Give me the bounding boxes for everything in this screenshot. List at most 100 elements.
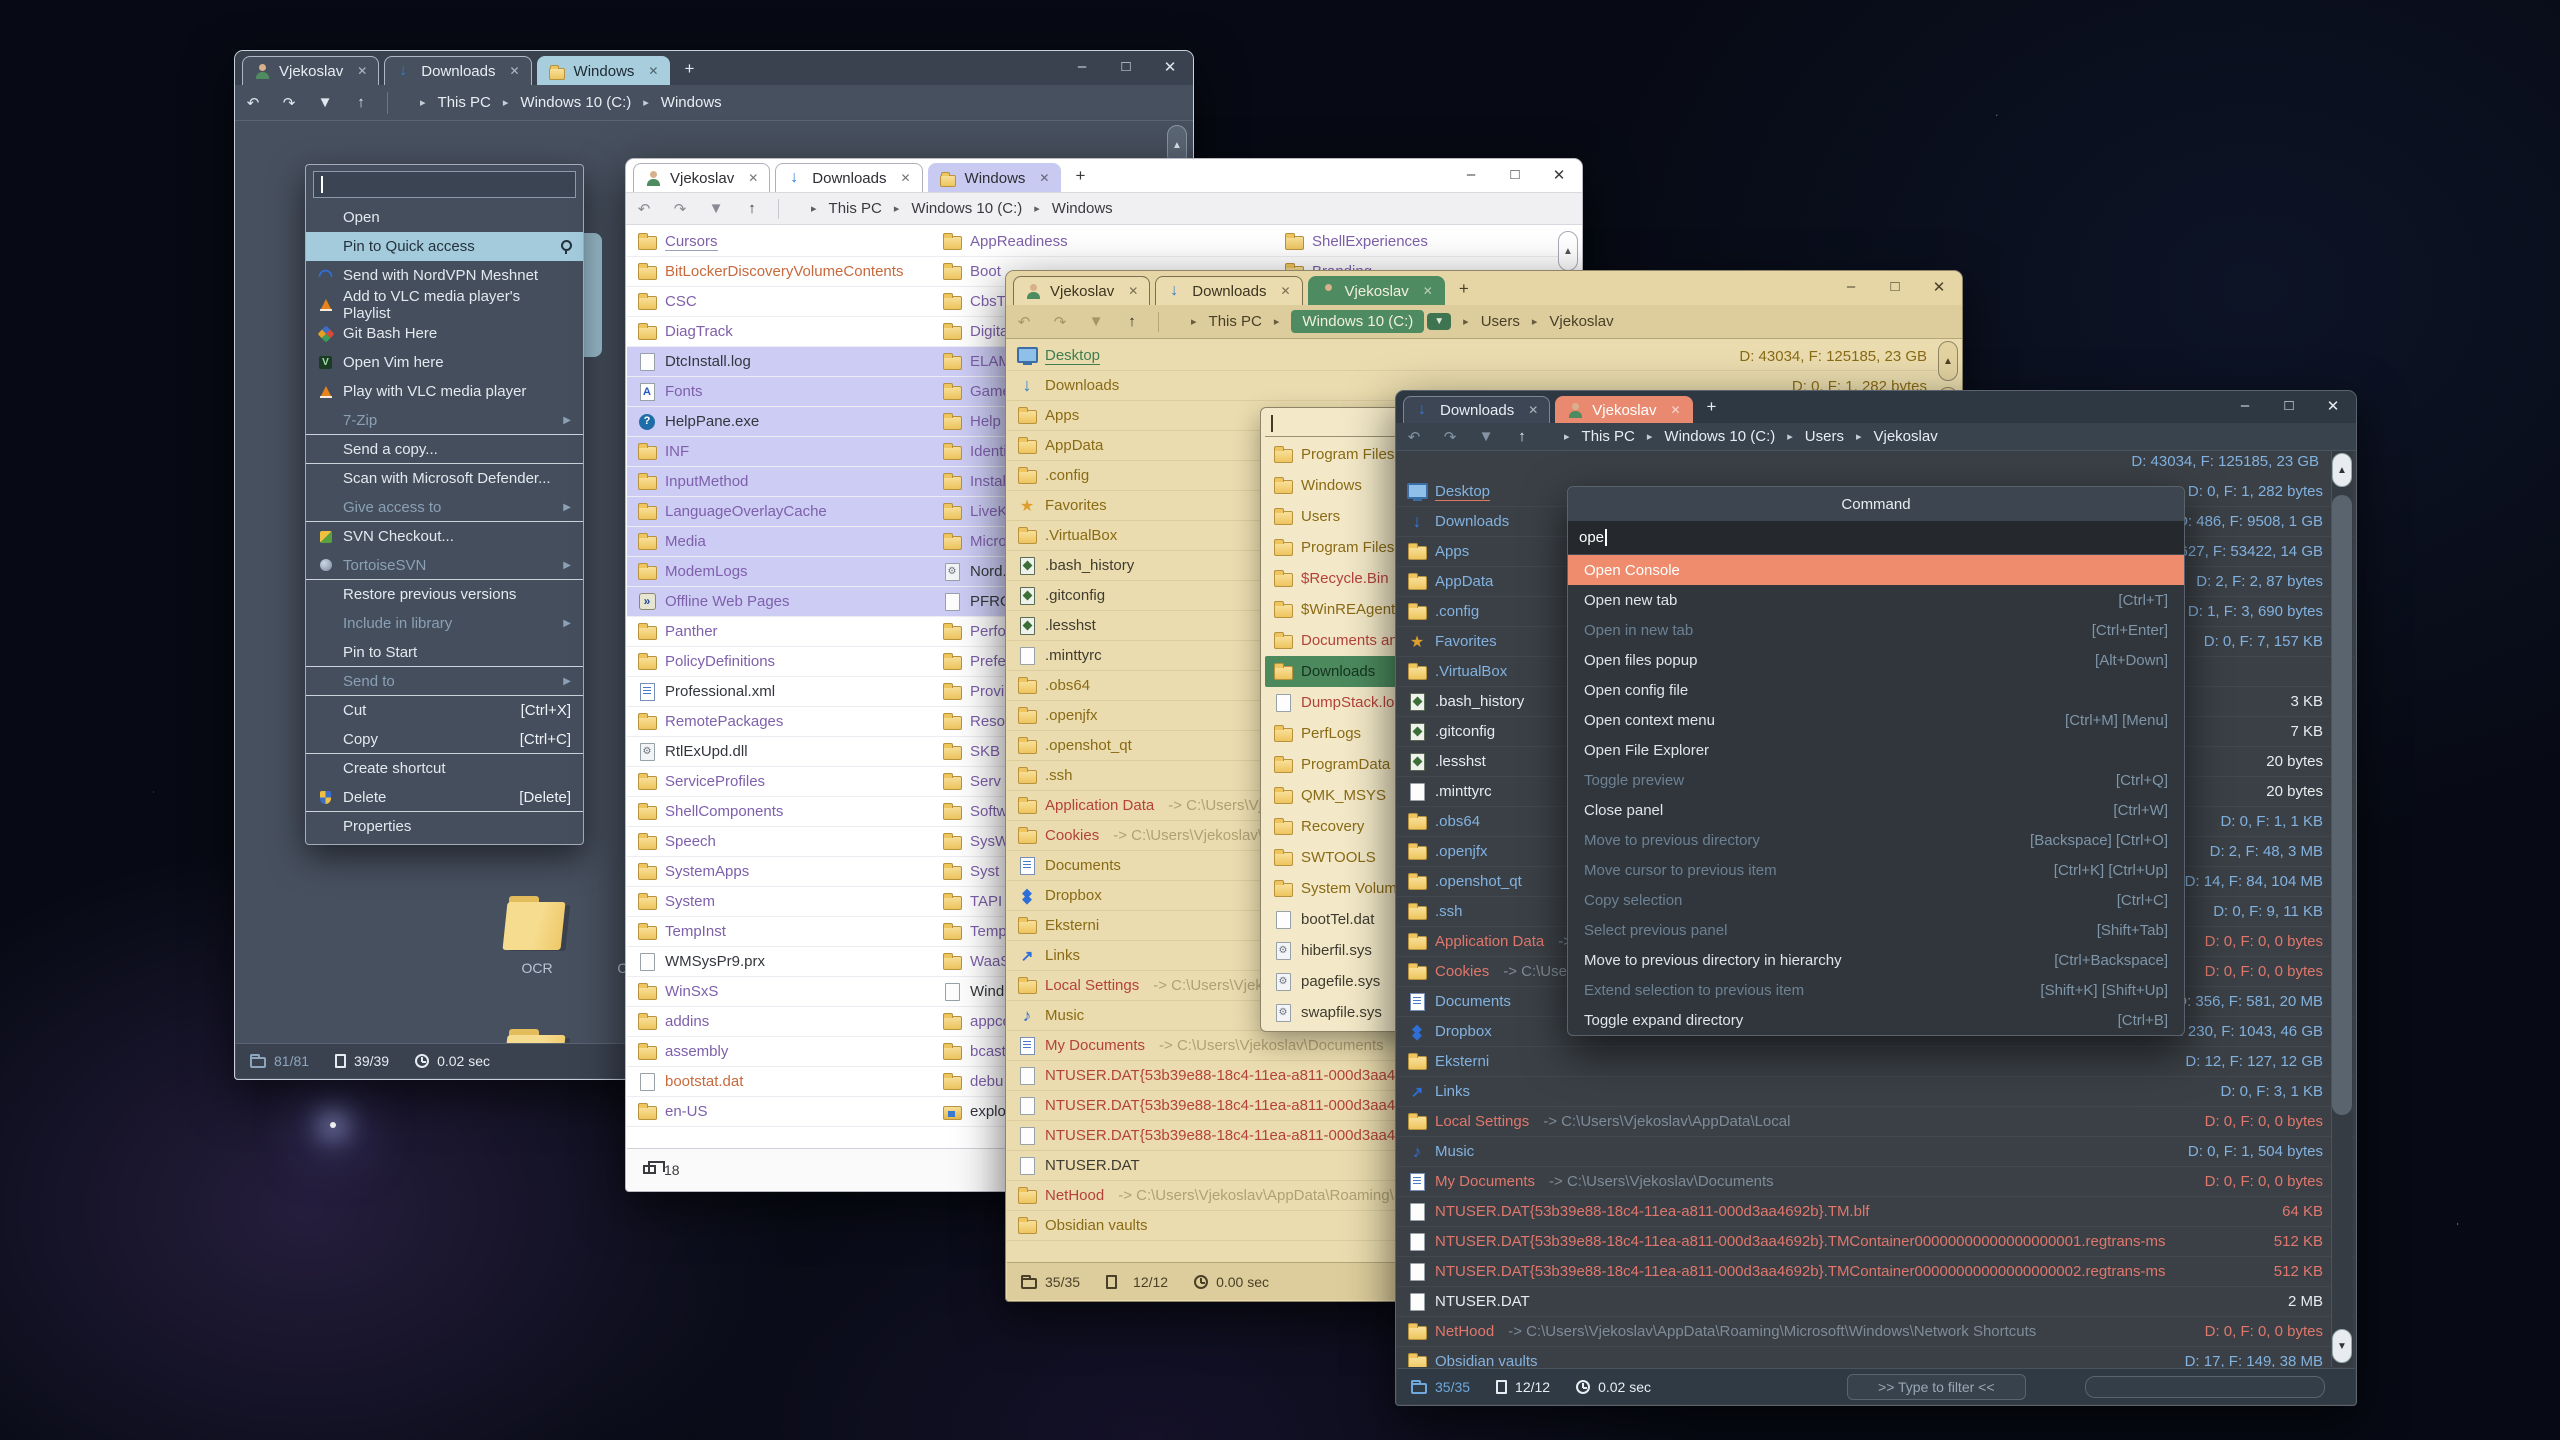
context-menu-item[interactable]: Send to ▶: [306, 667, 583, 696]
minimize-button[interactable]: –: [2236, 397, 2254, 415]
breadcrumb-item[interactable]: ▸ This PC ▼: [1179, 313, 1262, 330]
context-menu-item[interactable]: Properties ▶: [306, 812, 583, 841]
context-menu-item[interactable]: Include in library ▶: [306, 609, 583, 638]
breadcrumb-item[interactable]: ▸ This PC: [1552, 428, 1635, 445]
maximize-button[interactable]: □: [1886, 278, 1904, 296]
tab[interactable]: Downloads ✕: [384, 56, 531, 85]
minimize-button[interactable]: –: [1073, 58, 1091, 76]
tab-close-icon[interactable]: ✕: [357, 64, 367, 78]
tab[interactable]: Vjekoslav ✕: [1308, 276, 1445, 305]
new-tab-button[interactable]: +: [1459, 279, 1469, 299]
breadcrumb-item[interactable]: ▸ Windows 10 (C:): [1635, 428, 1775, 445]
tab[interactable]: Downloads ✕: [1403, 396, 1550, 423]
up-button[interactable]: ↑: [734, 200, 770, 217]
tab-close-icon[interactable]: ✕: [1670, 403, 1680, 417]
file-row[interactable]: NTUSER.DAT 2 MB: [1397, 1287, 2355, 1317]
titlebar[interactable]: Vjekoslav ✕ Downloads ✕ Windows ✕ + – □: [235, 51, 1193, 85]
command-item[interactable]: Open File Explorer: [1568, 735, 2184, 765]
file-row[interactable]: ModemLogs: [627, 557, 932, 587]
file-row[interactable]: Music D: 0, F: 1, 504 bytes: [1397, 1137, 2355, 1167]
context-menu-item[interactable]: SVN Checkout... ▶: [306, 522, 583, 551]
file-row[interactable]: WinSxS: [627, 977, 932, 1007]
back-button[interactable]: ↶: [1006, 313, 1042, 331]
file-row[interactable]: AppReadiness: [932, 227, 1274, 257]
tab-close-icon[interactable]: ✕: [900, 171, 910, 185]
file-row[interactable]: PolicyDefinitions: [627, 647, 932, 677]
scroll-up-button[interactable]: ▲: [1558, 231, 1578, 271]
command-item[interactable]: Copy selection [Ctrl+C]: [1568, 885, 2184, 915]
type-to-filter-button[interactable]: >> Type to filter <<: [1847, 1374, 2025, 1400]
file-row[interactable]: Links D: 0, F: 3, 1 KB: [1397, 1077, 2355, 1107]
file-row[interactable]: DiagTrack: [627, 317, 932, 347]
context-menu-item[interactable]: TortoiseSVN ▶: [306, 551, 583, 580]
tab-close-icon[interactable]: ✕: [648, 64, 658, 78]
tab[interactable]: Vjekoslav ✕: [242, 56, 379, 85]
file-row[interactable]: DtcInstall.log: [627, 347, 932, 377]
breadcrumb-item[interactable]: ▸ Windows: [631, 94, 721, 111]
breadcrumb-item[interactable]: ▸ Windows 10 (C:): [491, 94, 631, 111]
forward-button[interactable]: ↷: [662, 200, 698, 218]
scrollbar-thumb[interactable]: [2332, 495, 2352, 1115]
file-row[interactable]: NetHood -> C:\Users\Vjekoslav\AppData\Ro…: [1397, 1317, 2355, 1347]
up-button[interactable]: ↑: [1114, 313, 1150, 330]
file-row[interactable]: en-US: [627, 1097, 932, 1127]
context-menu-filter-input[interactable]: [313, 171, 576, 198]
back-button[interactable]: ↶: [626, 200, 662, 218]
file-row[interactable]: Local Settings -> C:\Users\Vjekoslav\App…: [1397, 1107, 2355, 1137]
context-menu-item[interactable]: Open ▶: [306, 203, 583, 232]
file-row[interactable]: Panther: [627, 617, 932, 647]
tab-close-icon[interactable]: ✕: [1423, 284, 1433, 298]
tab-close-icon[interactable]: ✕: [748, 171, 758, 185]
tab-close-icon[interactable]: ✕: [1128, 284, 1138, 298]
forward-button[interactable]: ↷: [1432, 428, 1468, 446]
file-row[interactable]: My Documents -> C:\Users\Vjekoslav\Docum…: [1397, 1167, 2355, 1197]
tab[interactable]: Vjekoslav ✕: [1013, 276, 1150, 305]
command-item[interactable]: Open config file: [1568, 675, 2184, 705]
scroll-up-button[interactable]: ▲: [1938, 341, 1958, 381]
command-input[interactable]: ope: [1568, 521, 2184, 555]
file-row[interactable]: NTUSER.DAT{53b39e88-18c4-11ea-a811-000d3…: [1397, 1227, 2355, 1257]
command-item[interactable]: Select previous panel [Shift+Tab]: [1568, 915, 2184, 945]
command-item[interactable]: Open context menu [Ctrl+M] [Menu]: [1568, 705, 2184, 735]
up-button[interactable]: ↑: [343, 94, 379, 111]
command-item[interactable]: Close panel [Ctrl+W]: [1568, 795, 2184, 825]
file-row[interactable]: addins: [627, 1007, 932, 1037]
close-button[interactable]: ✕: [1930, 278, 1948, 296]
context-menu-item[interactable]: Add to VLC media player's Playlist ▶: [306, 290, 583, 319]
tab[interactable]: Windows ✕: [928, 163, 1062, 192]
file-row[interactable]: NTUSER.DAT{53b39e88-18c4-11ea-a811-000d3…: [1397, 1197, 2355, 1227]
file-row[interactable]: Media: [627, 527, 932, 557]
new-tab-button[interactable]: +: [1707, 397, 1717, 417]
file-row[interactable]: RtlExUpd.dll: [627, 737, 932, 767]
tab-close-icon[interactable]: ✕: [1528, 403, 1538, 417]
file-row[interactable]: System: [627, 887, 932, 917]
file-row[interactable]: WMSysPr9.prx: [627, 947, 932, 977]
command-item[interactable]: Toggle preview [Ctrl+Q]: [1568, 765, 2184, 795]
filter-input[interactable]: [2085, 1376, 2325, 1398]
context-menu-item[interactable]: Pin to Quick access ▶: [306, 232, 583, 261]
history-dropdown-button[interactable]: ▼: [1468, 428, 1504, 445]
titlebar[interactable]: Vjekoslav ✕ Downloads ✕ Vjekoslav ✕ + – …: [1006, 271, 1962, 305]
file-row[interactable]: ShellComponents: [627, 797, 932, 827]
file-row[interactable]: assembly: [627, 1037, 932, 1067]
maximize-button[interactable]: □: [2280, 397, 2298, 415]
close-button[interactable]: ✕: [1550, 166, 1568, 184]
forward-button[interactable]: ↷: [1042, 313, 1078, 331]
file-row[interactable]: Speech: [627, 827, 932, 857]
command-item[interactable]: Move to previous directory [Backspace] […: [1568, 825, 2184, 855]
file-row[interactable]: INF: [627, 437, 932, 467]
scroll-up-button[interactable]: ▲: [2332, 453, 2352, 487]
forward-button[interactable]: ↷: [271, 94, 307, 112]
breadcrumb-item[interactable]: ▸ This PC: [799, 200, 882, 217]
titlebar[interactable]: Vjekoslav ✕ Downloads ✕ Windows ✕ + – □: [626, 159, 1582, 193]
tab[interactable]: Downloads ✕: [775, 163, 922, 192]
file-row[interactable]: bootstat.dat: [627, 1067, 932, 1097]
context-menu-item[interactable]: Open Vim here ▶: [306, 348, 583, 377]
file-row[interactable]: Fonts: [627, 377, 932, 407]
command-item[interactable]: Toggle expand directory [Ctrl+B]: [1568, 1005, 2184, 1035]
breadcrumb-item[interactable]: ▸ This PC: [408, 94, 491, 111]
file-row[interactable]: Eksterni D: 12, F: 127, 12 GB: [1397, 1047, 2355, 1077]
scroll-down-button[interactable]: ▼: [2332, 1329, 2352, 1363]
context-menu-item[interactable]: Give access to ▶: [306, 493, 583, 522]
breadcrumb-item[interactable]: ▸ Windows 10 (C:): [882, 200, 1022, 217]
